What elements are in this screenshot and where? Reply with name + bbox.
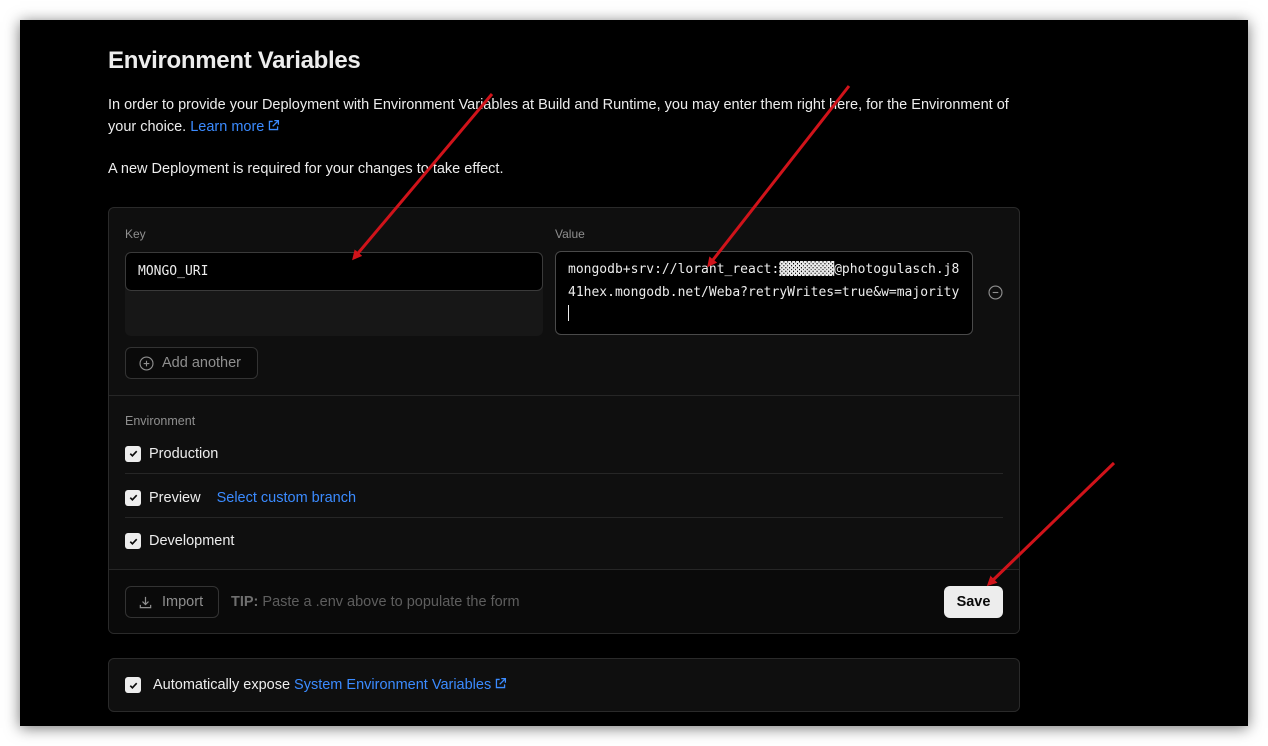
value-label: Value bbox=[555, 227, 585, 241]
learn-more-link[interactable]: Learn more bbox=[190, 119, 280, 135]
window-frame: Environment Variables In order to provid… bbox=[20, 20, 1248, 726]
check-icon bbox=[129, 538, 137, 545]
env-var-form: Key Value MONGO_URI mongodb+srv://lorant… bbox=[108, 207, 1020, 634]
external-link-icon bbox=[269, 119, 280, 131]
env-option-development[interactable]: Development bbox=[125, 521, 1003, 561]
download-icon bbox=[139, 596, 152, 608]
check-icon bbox=[129, 450, 137, 457]
tip-text: TIP: Paste a .env above to populate the … bbox=[231, 594, 520, 610]
form-footer: Import TIP: Paste a .env above to popula… bbox=[109, 569, 1019, 633]
redeploy-note: A new Deployment is required for your ch… bbox=[108, 161, 504, 177]
production-checkbox[interactable] bbox=[125, 445, 141, 462]
save-button[interactable]: Save bbox=[944, 586, 1003, 618]
expose-label: Automatically expose bbox=[153, 677, 291, 693]
expose-text: Automatically expose System Environment … bbox=[153, 677, 507, 693]
development-checkbox[interactable] bbox=[125, 533, 141, 549]
section-divider bbox=[109, 395, 1019, 396]
key-label: Key bbox=[125, 227, 146, 241]
tip-label: TIP: bbox=[231, 594, 259, 610]
learn-more-label: Learn more bbox=[190, 119, 265, 135]
value-text: mongodb+srv://lorant_react:▓▓▓▓▓▓▓@photo… bbox=[568, 262, 960, 300]
env-option-preview[interactable]: Preview Select custom branch bbox=[125, 478, 1003, 518]
expose-system-vars-panel: Automatically expose System Environment … bbox=[108, 658, 1020, 712]
expose-checkbox[interactable] bbox=[125, 677, 141, 693]
development-label: Development bbox=[149, 533, 235, 549]
import-button[interactable]: Import bbox=[125, 586, 219, 618]
add-another-button[interactable]: Add another bbox=[125, 347, 258, 379]
minus-circle-icon[interactable] bbox=[988, 285, 1003, 300]
tip-message: Paste a .env above to populate the form bbox=[262, 594, 520, 610]
system-env-vars-link[interactable]: System Environment Variables bbox=[294, 677, 507, 693]
plus-circle-icon bbox=[139, 355, 154, 371]
page-description: In order to provide your Deployment with… bbox=[108, 94, 1028, 138]
env-option-production[interactable]: Production bbox=[125, 434, 1003, 474]
add-another-label: Add another bbox=[162, 355, 242, 371]
key-input[interactable]: MONGO_URI bbox=[125, 252, 543, 291]
value-input[interactable]: mongodb+srv://lorant_react:▓▓▓▓▓▓▓@photo… bbox=[555, 251, 973, 335]
system-env-vars-label: System Environment Variables bbox=[294, 677, 492, 693]
preview-checkbox[interactable] bbox=[125, 489, 141, 506]
check-icon bbox=[129, 682, 137, 689]
select-custom-branch-link[interactable]: Select custom branch bbox=[217, 490, 356, 506]
text-cursor bbox=[568, 305, 569, 321]
environment-label: Environment bbox=[125, 414, 196, 428]
key-field-wrapper: MONGO_URI bbox=[125, 252, 543, 336]
import-label: Import bbox=[162, 594, 204, 610]
check-icon bbox=[129, 494, 137, 501]
external-link-icon bbox=[496, 677, 507, 689]
preview-label: Preview bbox=[149, 489, 201, 506]
production-label: Production bbox=[149, 445, 219, 462]
page-title: Environment Variables bbox=[108, 47, 361, 74]
